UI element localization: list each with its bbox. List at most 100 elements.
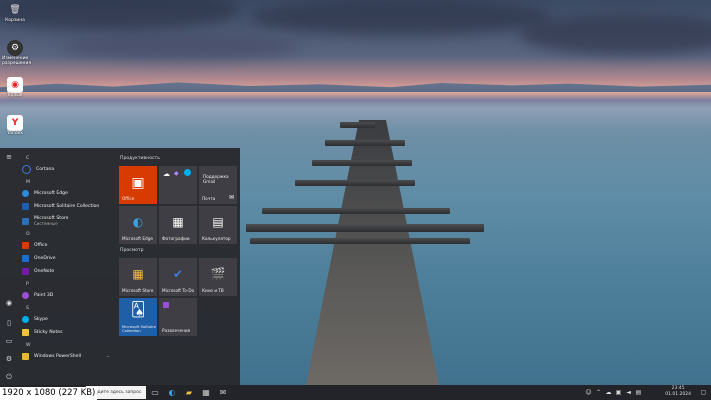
cloud: [520, 15, 711, 55]
app-item-sticky-notes[interactable]: Sticky Notes: [18, 327, 114, 338]
pier-plank: [250, 238, 470, 244]
edge-icon: [22, 190, 29, 197]
desktop-icon-settings[interactable]: ⚙ Изменение разрешения: [2, 40, 31, 66]
pier-plank: [262, 208, 450, 214]
clock[interactable]: 23:45 01.01.2024: [665, 386, 691, 398]
letter-header[interactable]: S: [26, 306, 29, 311]
cards-icon: 🂡: [130, 302, 146, 318]
letter-header[interactable]: M: [26, 180, 30, 185]
notification-icon[interactable]: ▢: [700, 389, 707, 396]
letter-header[interactable]: O: [26, 232, 30, 237]
pier-plank: [325, 140, 405, 146]
cortana-icon: [22, 165, 31, 174]
tiles-area: Продуктивность ▣ Office ☁ ◆ Поддержка Gm…: [118, 152, 238, 382]
chevron-up-icon[interactable]: ⌃: [595, 389, 602, 396]
taskbar: ⊞ Введите здесь запрос ▭ ◐ ▰ ▦ ✉ ☺ ⌃ ☁ ▣…: [0, 385, 711, 400]
tile-todo[interactable]: ✔ Microsoft To-Do: [159, 258, 197, 296]
tile-office[interactable]: ▣ Office: [119, 166, 157, 204]
cloud-icon: [22, 255, 29, 262]
task-view-icon[interactable]: ▭: [148, 385, 162, 400]
app-item-solitaire[interactable]: Microsoft Solitaire Collection: [18, 201, 114, 212]
image-size-label: 1920 x 1080 (227 KB): [0, 387, 98, 400]
hamburger-icon[interactable]: ≡: [4, 152, 14, 162]
tile-photos[interactable]: ▦ Фотографии: [159, 206, 197, 244]
app-list: C Cortana M Microsoft Edge Microsoft Sol…: [18, 152, 114, 382]
letter-header[interactable]: P: [26, 282, 29, 287]
office-icon: ▣: [131, 175, 145, 191]
store-icon: [22, 217, 29, 225]
onenote-icon: [22, 268, 29, 275]
tile-solitaire[interactable]: 🂡 Microsoft Solitaire Collection: [119, 298, 157, 336]
pier-plank: [340, 122, 375, 128]
start-left-rail: ≡ ◉ ▯ ▭ ⚙ ⏻: [0, 148, 18, 385]
tile-store[interactable]: ▦ Microsoft Store: [119, 258, 157, 296]
tile-calculator[interactable]: ▤ Калькулятор: [199, 206, 237, 244]
app-item-cortana[interactable]: Cortana: [18, 164, 114, 175]
user-icon[interactable]: ◉: [4, 298, 14, 308]
cards-icon: [22, 203, 29, 210]
desktop-icon-recycle-bin[interactable]: 🗑 Корзина: [2, 2, 28, 23]
store-icon[interactable]: ▦: [199, 385, 213, 400]
cloud: [0, 0, 240, 30]
app-item-skype[interactable]: Skype: [18, 314, 114, 325]
note-icon: [22, 329, 29, 336]
desktop-icon-app[interactable]: ◉ Ярлык: [2, 77, 28, 98]
mail-icon: ✉: [228, 194, 234, 201]
settings-icon[interactable]: ⚙: [4, 354, 14, 364]
pier-plank: [312, 160, 412, 166]
cloud-icon: ☁: [163, 170, 170, 178]
checkmark-icon: ✔: [172, 267, 184, 281]
skype-icon: [184, 169, 191, 176]
edge-icon: ◐: [132, 215, 144, 229]
yandex-icon: Y: [7, 115, 23, 131]
group-title: Просмотр: [120, 248, 144, 253]
letter-header[interactable]: W: [26, 343, 31, 348]
desktop-icon-yandex[interactable]: Y Yandex: [2, 115, 28, 136]
people-icon[interactable]: ☺: [585, 389, 592, 396]
app-item-edge[interactable]: Microsoft Edge: [18, 188, 114, 199]
tile-entertainment[interactable]: Развлечения: [159, 298, 197, 336]
tile-edge[interactable]: ◐ Microsoft Edge: [119, 206, 157, 244]
settings-icon: ⚙: [7, 40, 23, 56]
network-icon[interactable]: ▣: [615, 389, 622, 396]
onenote-icon: ◆: [174, 170, 179, 177]
pier-plank: [295, 180, 415, 186]
folder-icon[interactable]: ▰: [182, 385, 196, 400]
mountain-range: [0, 82, 711, 92]
pictures-icon[interactable]: ▭: [4, 336, 14, 346]
recycle-bin-icon: 🗑: [9, 5, 21, 15]
documents-icon[interactable]: ▯: [4, 318, 14, 328]
app-icon: [163, 302, 169, 308]
app-item-onedrive[interactable]: OneDrive: [18, 253, 114, 264]
film-icon: 🎬: [210, 267, 226, 281]
system-tray: ☺ ⌃ ☁ ▣ ◄ ▤ 23:45 01.01.2024 ▢: [581, 385, 711, 400]
pier-plank: [246, 224, 484, 232]
power-icon[interactable]: ⏻: [4, 372, 14, 382]
tile-movies[interactable]: 🎬 Кино и ТВ: [199, 258, 237, 296]
office-icon: [22, 242, 29, 249]
paint-icon: [22, 292, 29, 299]
tile-support[interactable]: Поддержка Gmail Почта ✉: [199, 166, 237, 204]
store-icon: ▦: [132, 267, 144, 281]
app-item-powershell[interactable]: Windows PowerShell ⌄: [18, 351, 114, 362]
app-item-office[interactable]: Office: [18, 240, 114, 251]
calculator-icon: ▤: [212, 215, 224, 229]
mail-icon[interactable]: ✉: [216, 385, 230, 400]
folder-icon: [22, 353, 29, 360]
cloud: [250, 0, 550, 35]
edge-icon[interactable]: ◐: [165, 385, 179, 400]
app-item-onenote[interactable]: OneNote: [18, 266, 114, 277]
chevron-down-icon: ⌄: [106, 354, 110, 359]
language-icon[interactable]: ▤: [635, 389, 642, 396]
cloud: [60, 35, 300, 60]
app-item-paint3d[interactable]: Paint 3D: [18, 290, 114, 301]
photos-icon: ▦: [172, 215, 184, 229]
skype-icon: [22, 316, 29, 323]
tile-mail-apps[interactable]: ☁ ◆: [159, 166, 197, 204]
start-menu: ≡ ◉ ▯ ▭ ⚙ ⏻ C Cortana M Microsoft Edge M…: [0, 148, 240, 385]
volume-icon[interactable]: ◄: [625, 389, 632, 396]
group-title: Продуктивность: [120, 156, 160, 161]
app-item-store[interactable]: Microsoft Store Системные: [18, 214, 114, 228]
letter-header[interactable]: C: [26, 156, 29, 161]
cloud-icon[interactable]: ☁: [605, 389, 612, 396]
